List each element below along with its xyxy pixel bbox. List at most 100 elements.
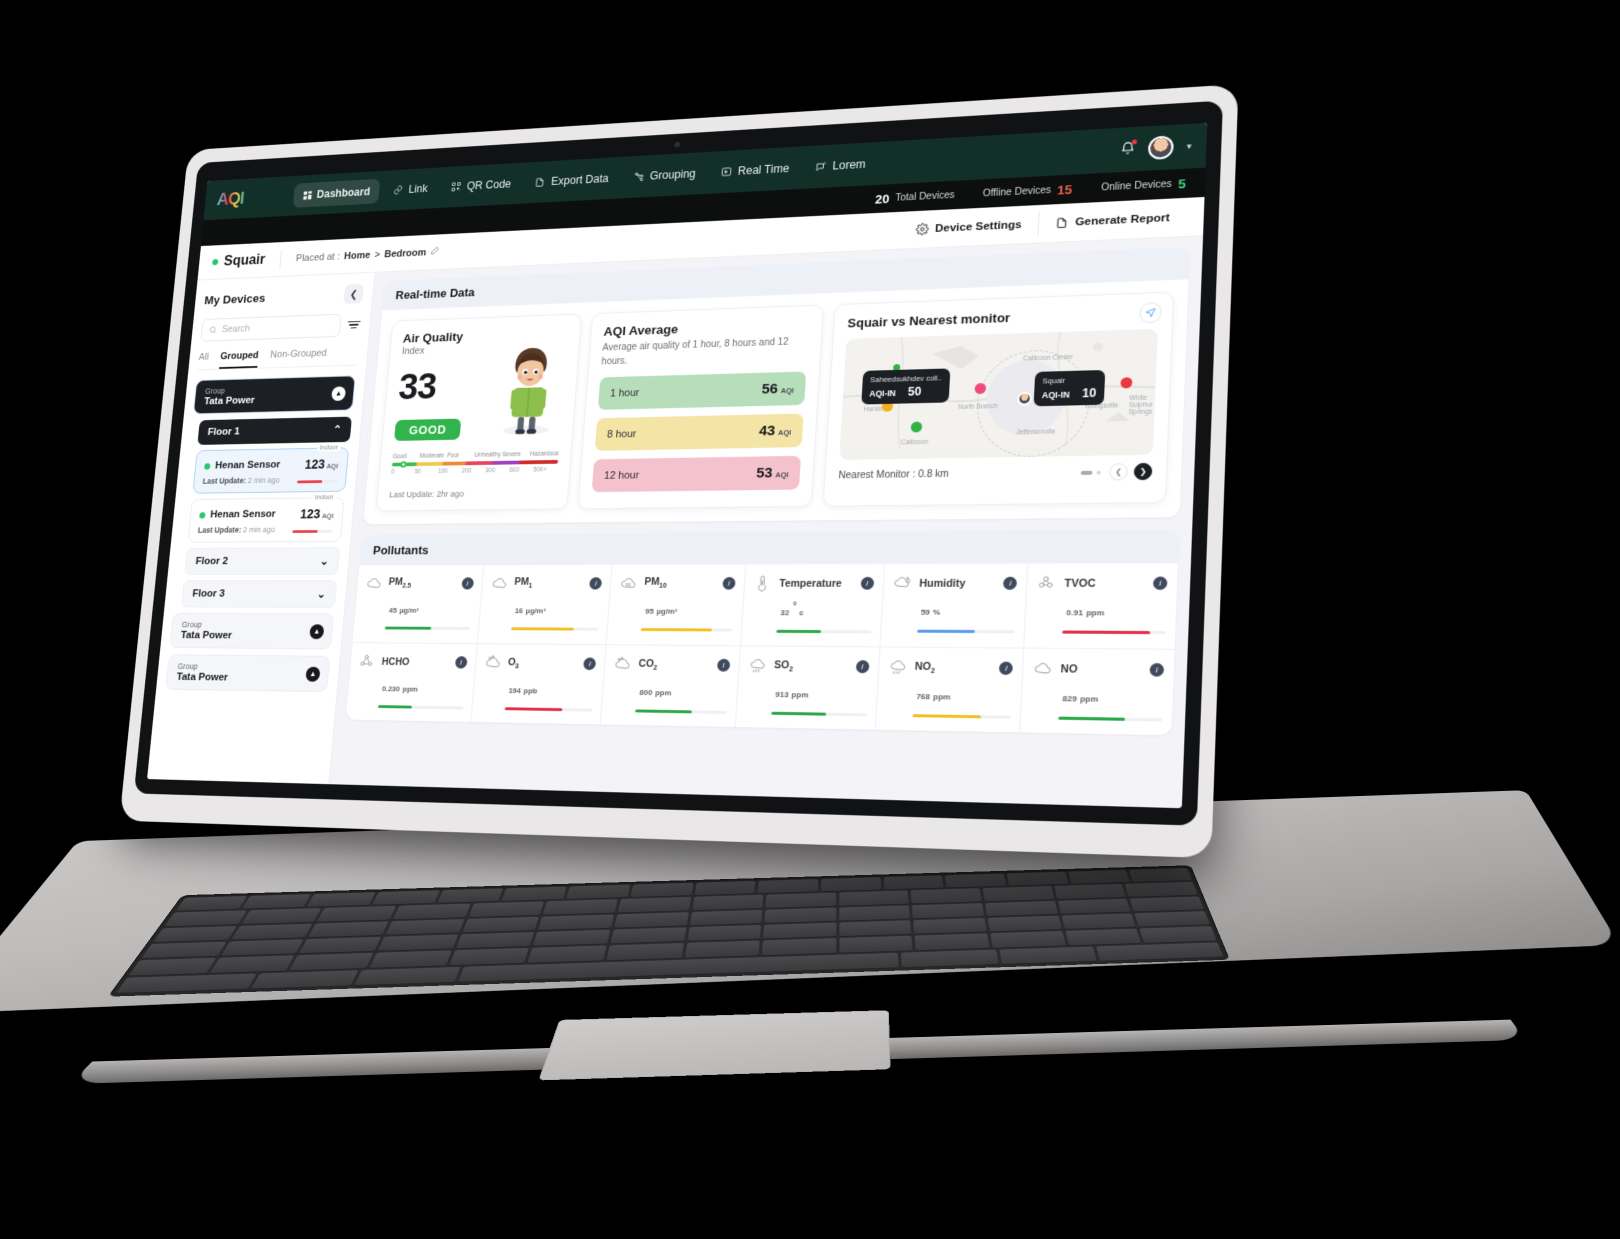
chevron-up-icon[interactable]: ▲ — [305, 666, 321, 682]
sidebar-collapse-button[interactable]: ❮ — [343, 283, 364, 304]
pollutant-name: SO2 — [773, 659, 794, 674]
info-icon[interactable]: i — [589, 577, 603, 590]
floor-label-2: Floor 2 — [195, 555, 229, 567]
edit-pencil-icon[interactable] — [430, 246, 440, 258]
keyboard-key — [1096, 942, 1224, 961]
info-icon[interactable]: i — [461, 577, 474, 590]
pollutant-value: 800 — [639, 688, 653, 698]
scale-label-hazardous: Hazardous — [529, 450, 559, 458]
aqi-average-row-12hour[interactable]: 12 hour 53 AQI — [591, 455, 802, 493]
filter-icon[interactable] — [347, 320, 361, 329]
info-icon[interactable]: i — [722, 577, 736, 590]
info-icon[interactable]: i — [716, 659, 731, 672]
device-name-row-1: Henan Sensor — [204, 459, 281, 471]
keyboard-key — [985, 900, 1058, 917]
v: 43 — [758, 422, 776, 440]
pollutant-value-row: 0.91 ppm — [1063, 602, 1167, 621]
chevron-down-icon[interactable]: ▾ — [1187, 141, 1192, 152]
info-icon[interactable]: i — [855, 660, 870, 674]
pollutant-header: PM2.5 i — [365, 575, 474, 593]
map-tooltip-nearest[interactable]: Saheedsukhdev coll.. AQI-IN 50 — [860, 368, 951, 405]
device-card-2[interactable]: Indoor Henan Sensor 123AQI Last Update: … — [187, 492, 345, 543]
device-settings-button[interactable]: Device Settings — [900, 212, 1039, 242]
aqi-average-row-1hour[interactable]: 1 hour 56 AQI — [597, 371, 807, 410]
chevron-up-icon[interactable]: ▲ — [309, 623, 325, 639]
pollutant-card-no[interactable]: NO i 829 ppm — [1021, 649, 1175, 736]
info-icon[interactable]: i — [1003, 576, 1018, 590]
map-comparison-card: Squair vs Nearest monitor Callicoon Cent… — [822, 291, 1175, 507]
nav-item-dashboard[interactable]: Dashboard — [292, 178, 381, 208]
nav-item-grouping[interactable]: Grouping — [622, 160, 707, 190]
group-card-tata-power-1[interactable]: Group Tata Power ▲ — [192, 375, 356, 415]
pollutant-card-pm25[interactable]: PM2.5 i 45 µg/m³ — [352, 565, 484, 645]
avatar[interactable] — [1148, 135, 1175, 160]
nav-item-link[interactable]: Link — [383, 175, 439, 203]
info-icon[interactable]: i — [999, 661, 1014, 676]
pollutant-value: 768 — [915, 692, 931, 702]
breadcrumb-item-home[interactable]: Home — [344, 250, 371, 262]
main-content: Real-time Data Air Quality Index 33 GOOD — [329, 236, 1203, 808]
pollutant-value-row: 16 µg/m³ — [512, 601, 601, 618]
map-canvas[interactable]: Callicoon Center North Branch Jeffersonv… — [839, 328, 1158, 460]
aqi-average-value-12hour: 53 AQI — [756, 465, 789, 482]
floor-item-2[interactable]: Floor 2 ⌄ — [184, 547, 341, 575]
floor-item-1[interactable]: Floor 1 ⌃ — [197, 416, 352, 445]
keyboard-key — [543, 899, 618, 915]
nav-item-real-time[interactable]: Real Time — [710, 155, 801, 186]
carousel-prev-button[interactable]: ❮ — [1109, 463, 1128, 481]
search-input[interactable]: Search — [200, 313, 342, 342]
keyboard-key — [1057, 898, 1132, 914]
notifications-button[interactable] — [1120, 138, 1138, 159]
pollutant-card-no2[interactable]: NO2 i 768 ppm — [875, 647, 1025, 733]
keyboard-key — [757, 879, 819, 894]
breadcrumb-item-bedroom[interactable]: Bedroom — [384, 247, 427, 260]
u: AQI — [775, 470, 789, 480]
aqi-average-label-8hour: 8 hour — [606, 428, 637, 440]
aqi-average-row-8hour[interactable]: 8 hour 43 AQI — [594, 413, 804, 451]
keyboard-key — [1006, 871, 1069, 886]
pollutant-card-hcho[interactable]: HCHO i 0.230 ppm — [345, 643, 478, 723]
nav-item-qr-code[interactable]: QR Code — [441, 171, 522, 200]
pollutant-card-temperature[interactable]: Temperature i 32°c — [740, 564, 885, 648]
info-icon[interactable]: i — [860, 576, 874, 590]
pollutant-card-o3[interactable]: O3 i 194 ppb — [471, 644, 607, 725]
nearest-monitor-label: Nearest Monitor : 0.8 km — [838, 468, 949, 482]
pollutant-card-pm1[interactable]: PM1 i 16 µg/m³ — [477, 564, 613, 646]
device-top-1: Henan Sensor 123AQI — [204, 456, 339, 473]
generate-report-button[interactable]: Generate Report — [1037, 204, 1188, 236]
pollutant-card-co2[interactable]: CO2 i 800 ppm — [601, 645, 741, 728]
group-card-tata-power-2[interactable]: Group Tata Power ▲ — [169, 612, 335, 650]
map-pin-red[interactable] — [1119, 377, 1133, 389]
tab-non-grouped[interactable]: Non-Grouped — [269, 348, 327, 368]
nav-item-lorem[interactable]: Lorem — [804, 150, 877, 180]
device-top-2: Henan Sensor 123AQI — [199, 506, 335, 522]
map-tooltip-squair-reading: AQI-IN 10 — [1042, 386, 1097, 401]
pollutant-bar — [771, 712, 867, 717]
tab-grouped[interactable]: Grouped — [219, 350, 260, 369]
info-icon[interactable]: i — [1152, 576, 1168, 590]
nav-item-export-data[interactable]: Export Data — [524, 165, 619, 195]
keyboard-key — [1129, 896, 1204, 912]
keyboard-key — [694, 880, 756, 896]
pollutant-card-pm10[interactable]: PM10 i 95 µg/m³ — [606, 564, 747, 647]
pollutant-card-tvoc[interactable]: TVOC i 0.91 ppm — [1024, 563, 1178, 651]
tab-all[interactable]: All — [197, 352, 209, 370]
info-icon[interactable]: i — [1149, 663, 1165, 678]
info-icon[interactable]: i — [454, 656, 468, 669]
device-card-1[interactable]: Indoor Henan Sensor 123AQI Last Update: … — [192, 442, 350, 494]
pollutant-card-humidity[interactable]: Humidity i 59% — [880, 563, 1029, 649]
device-update-label-2: Last Update: — [197, 525, 242, 535]
group-card-tata-power-3[interactable]: Group Tata Power ▲ — [165, 654, 331, 693]
chevron-up-icon[interactable]: ▲ — [331, 385, 347, 401]
map-tooltip-squair[interactable]: Squair AQI-IN 10 — [1033, 370, 1106, 407]
keyboard-key — [240, 908, 322, 924]
info-icon[interactable]: i — [583, 657, 597, 671]
link-icon — [393, 184, 404, 195]
pollutant-name: Temperature — [778, 577, 843, 590]
pollutant-card-so2[interactable]: SO2 i 913 ppm — [735, 646, 881, 730]
app-logo[interactable]: AQI — [216, 189, 245, 210]
locate-me-button[interactable] — [1138, 301, 1163, 324]
carousel-next-button[interactable]: ❯ — [1133, 462, 1153, 481]
floor-item-3[interactable]: Floor 3 ⌄ — [181, 580, 338, 608]
aqi-scale-bar — [391, 459, 559, 468]
